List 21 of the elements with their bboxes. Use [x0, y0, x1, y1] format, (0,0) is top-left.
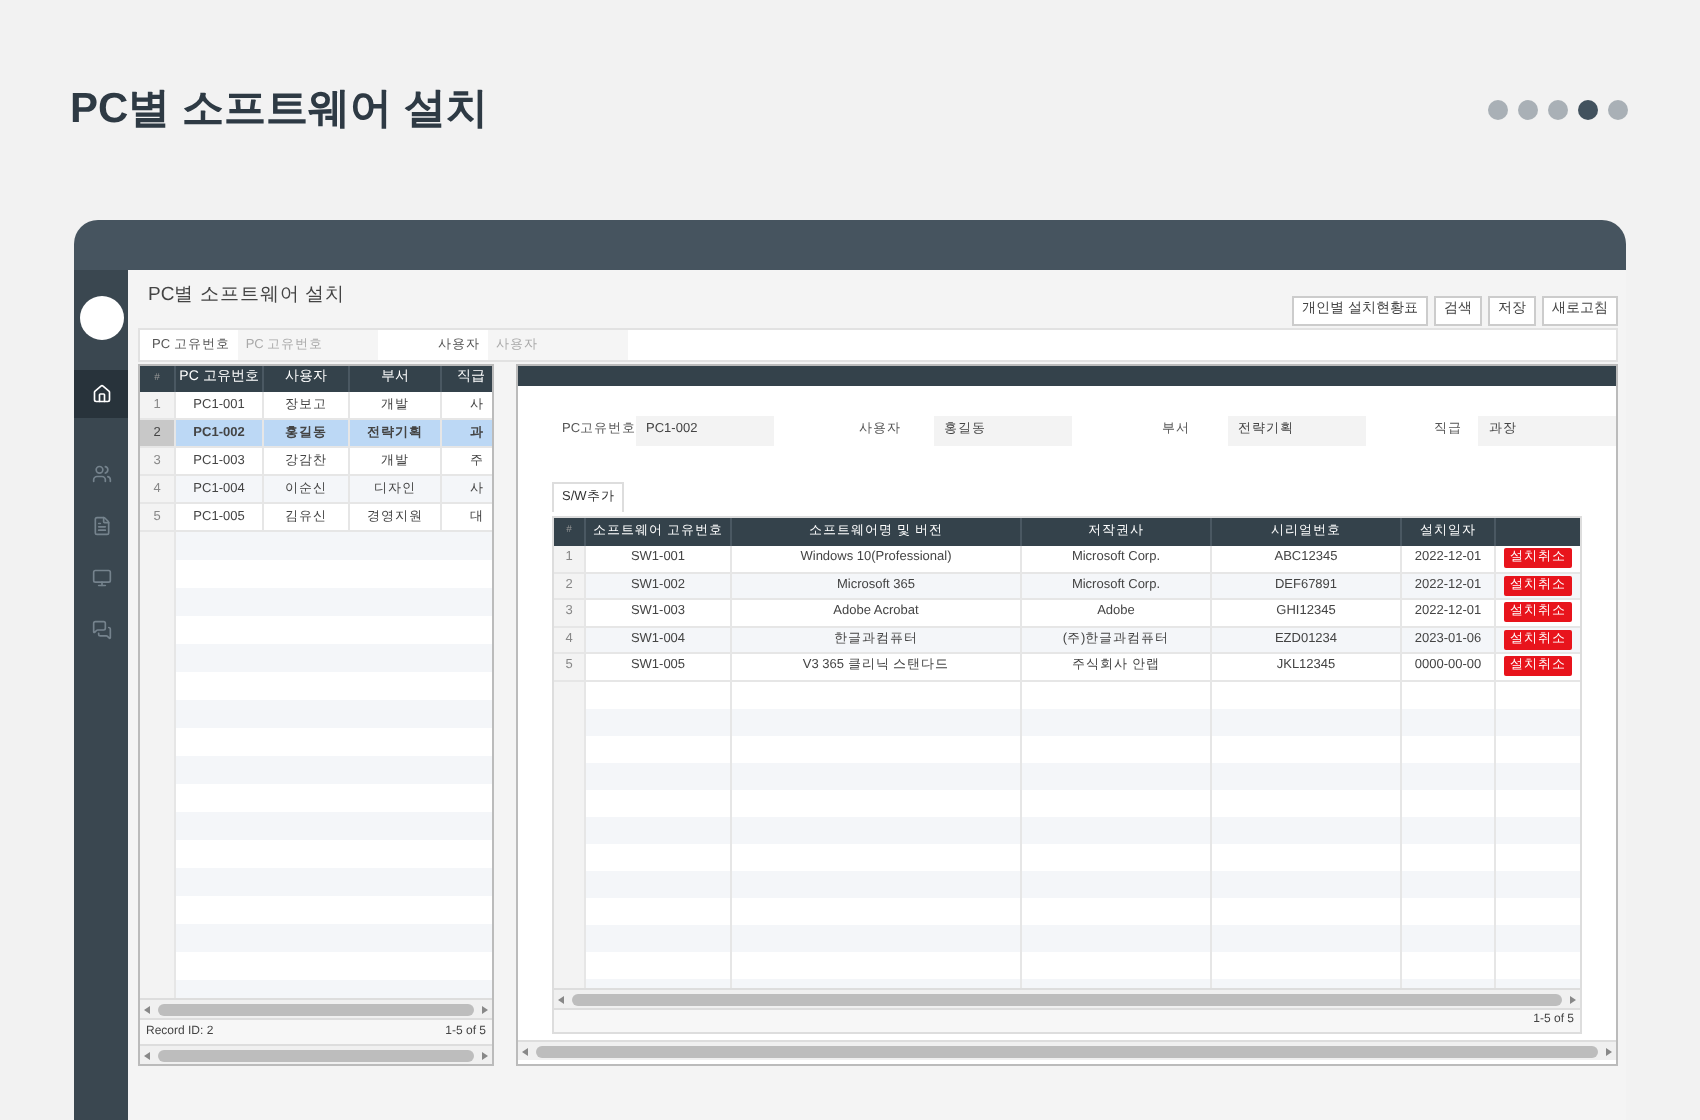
avatar — [79, 296, 123, 340]
screen-title: PC별 소프트웨어 설치 — [148, 282, 345, 310]
scroll-left-icon[interactable] — [144, 1051, 150, 1059]
scroll-left-icon[interactable] — [144, 1005, 150, 1013]
scroll-left-icon[interactable] — [522, 1047, 528, 1055]
page-title: PC별 소프트웨어 설치 — [70, 84, 488, 137]
scroll-right-icon[interactable] — [482, 1005, 488, 1013]
horizontal-scrollbar[interactable] — [518, 1040, 1616, 1060]
horizontal-scrollbar[interactable] — [554, 988, 1580, 1008]
scroll-right-icon[interactable] — [1606, 1047, 1612, 1055]
sidebar-item[interactable] — [74, 370, 128, 418]
home-icon — [91, 384, 111, 404]
users-icon — [91, 464, 111, 484]
scroll-left-icon[interactable] — [558, 995, 564, 1003]
horizontal-scrollbar[interactable] — [140, 1044, 492, 1064]
document-icon — [91, 516, 111, 536]
scroll-right-icon[interactable] — [1570, 995, 1576, 1003]
monitor-icon — [91, 568, 111, 588]
horizontal-scrollbar[interactable] — [140, 998, 492, 1018]
scroll-right-icon[interactable] — [482, 1051, 488, 1059]
chat-icon — [91, 620, 111, 640]
